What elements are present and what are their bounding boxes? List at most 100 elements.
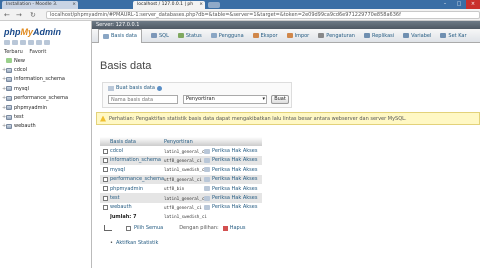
privileges-icon xyxy=(204,167,210,173)
collation-value: utf8_bin xyxy=(164,186,185,192)
database-name-link[interactable]: cdcol xyxy=(110,148,164,154)
tab-sql[interactable]: SQL xyxy=(150,33,169,39)
table-header: Basis data Penyortiran xyxy=(100,137,262,147)
databases-table: Basis data Penyortiran cdcol latin1_gener… xyxy=(100,137,262,222)
charset-icon xyxy=(440,33,447,38)
settings-icon xyxy=(318,33,325,38)
check-privileges-link[interactable]: Periksa Hak Akses xyxy=(204,157,262,163)
collation-select[interactable]: Penyortiran ▾ xyxy=(183,95,267,104)
close-icon[interactable]: × xyxy=(72,2,76,7)
server-breadcrumb[interactable]: Server: 127.0.0.1 xyxy=(92,21,480,29)
database-name-input[interactable] xyxy=(108,95,178,104)
database-name-link[interactable]: mysql xyxy=(110,167,164,173)
forward-icon[interactable]: → xyxy=(16,11,22,19)
browser-tab-moodle[interactable]: Installation - Moodle 3. × xyxy=(2,1,78,9)
tab-pengguna[interactable]: Pengguna xyxy=(210,33,244,39)
browser-tab-phpmyadmin[interactable]: localhost / 127.0.0.1 | ph × xyxy=(133,1,205,9)
tab-ekspor[interactable]: Ekspor xyxy=(252,33,278,39)
privileges-icon xyxy=(204,195,210,201)
tab-basis-data[interactable]: Basis data xyxy=(98,28,142,43)
settings-icon[interactable] xyxy=(36,40,42,45)
tree-item-database[interactable]: + information_schema xyxy=(2,75,90,84)
home-icon[interactable] xyxy=(4,40,10,45)
tab-set-kar[interactable]: Set Kar xyxy=(440,33,467,39)
database-name-link[interactable]: webauth xyxy=(110,204,164,210)
database-name-link[interactable]: performance_schema xyxy=(110,176,164,182)
table-row: mysql latin1_swedish_ci Periksa Hak Akses xyxy=(100,165,262,175)
privileges-icon xyxy=(204,204,210,210)
help-icon[interactable] xyxy=(156,85,162,91)
check-privileges-link[interactable]: Periksa Hak Akses xyxy=(204,176,262,182)
exit-icon[interactable] xyxy=(12,40,18,45)
tab-pengaturan[interactable]: Pengaturan xyxy=(318,33,355,39)
collation-value: latin1_general_ci xyxy=(164,148,207,154)
database-icon xyxy=(6,95,12,101)
tab-status[interactable]: Status xyxy=(177,33,202,39)
collation-value: utf8_general_ci xyxy=(164,157,202,163)
tab-variabel[interactable]: Variabel xyxy=(403,33,431,39)
tab-favorites[interactable]: Favorit xyxy=(29,49,46,55)
maximize-icon[interactable]: □ xyxy=(452,0,466,9)
database-name-link[interactable]: phpmyadmin xyxy=(110,186,164,192)
database-add-icon xyxy=(108,85,114,91)
replication-icon xyxy=(363,33,370,38)
header-database[interactable]: Basis data xyxy=(110,139,164,145)
create-button[interactable]: Buat xyxy=(271,95,289,104)
with-selected-label: Dengan pilihan: xyxy=(179,225,219,231)
sql-query-icon[interactable] xyxy=(20,40,26,45)
header-collation[interactable]: Penyortiran xyxy=(164,139,204,145)
tree-item-database[interactable]: + webauth xyxy=(2,122,90,131)
row-checkbox[interactable] xyxy=(102,186,108,192)
drop-button[interactable]: Hapus xyxy=(230,225,246,231)
users-icon xyxy=(210,33,217,38)
back-icon[interactable]: ← xyxy=(4,11,10,19)
collation-value: latin1_swedish_ci xyxy=(164,167,207,173)
minimize-icon[interactable]: – xyxy=(438,0,452,9)
database-name-link[interactable]: information_schema xyxy=(110,157,164,163)
reload-nav-icon[interactable] xyxy=(44,40,50,45)
reload-icon[interactable]: ↻ xyxy=(30,11,36,19)
tab-impor[interactable]: Impor xyxy=(286,33,309,39)
tree-item-database[interactable]: + mysql xyxy=(2,84,90,93)
url-input[interactable]: localhost/phpmyadmin/#PMAURL-1:server_da… xyxy=(46,11,480,19)
row-checkbox[interactable] xyxy=(102,204,108,210)
check-privileges-link[interactable]: Periksa Hak Akses xyxy=(204,167,262,173)
check-privileges-link[interactable]: Periksa Hak Akses xyxy=(204,195,262,201)
statistics-notice: Perhatian: Pengaktifan statistik basis d… xyxy=(96,112,480,125)
tree-item-database[interactable]: + cdcol xyxy=(2,65,90,74)
tree-item-database[interactable]: + test xyxy=(2,112,90,121)
database-icon xyxy=(6,123,12,129)
select-all-checkbox[interactable] xyxy=(126,225,131,231)
row-checkbox[interactable] xyxy=(102,157,108,163)
row-checkbox[interactable] xyxy=(102,195,108,201)
close-window-icon[interactable]: × xyxy=(466,0,480,9)
tree-item-new[interactable]: New xyxy=(2,56,90,65)
privileges-icon xyxy=(204,186,210,192)
tab-replikasi[interactable]: Replikasi xyxy=(363,33,394,39)
drop-icon[interactable] xyxy=(222,225,228,231)
window-controls: – □ × xyxy=(438,0,480,9)
export-icon xyxy=(252,33,259,38)
enable-statistics-link[interactable]: • Aktifkan Statistik xyxy=(110,240,158,246)
collation-value: utf8_general_ci xyxy=(164,176,202,182)
check-privileges-link[interactable]: Periksa Hak Akses xyxy=(204,148,262,154)
table-row: information_schema utf8_general_ci Periksa… xyxy=(100,155,262,166)
new-tab-button[interactable] xyxy=(208,2,220,8)
tab-recent[interactable]: Terbaru xyxy=(4,49,23,55)
select-all-label[interactable]: Pilih Semua xyxy=(134,225,163,231)
tree-item-database[interactable]: + phpmyadmin xyxy=(2,103,90,112)
row-checkbox[interactable] xyxy=(102,167,108,173)
close-icon[interactable]: × xyxy=(199,2,203,7)
tree-item-database[interactable]: + performance_schema xyxy=(2,94,90,103)
row-checkbox[interactable] xyxy=(102,176,108,182)
privileges-icon xyxy=(204,157,210,163)
phpmyadmin-logo[interactable]: phpMyAdmin xyxy=(4,27,61,37)
docs-icon[interactable] xyxy=(28,40,34,45)
row-checkbox[interactable] xyxy=(102,148,108,154)
check-privileges-link[interactable]: Periksa Hak Akses xyxy=(204,204,262,210)
variables-icon xyxy=(403,33,410,38)
database-name-link[interactable]: test xyxy=(110,195,164,201)
database-tree: New + cdcol + information_schema + mysql… xyxy=(2,56,90,131)
bulk-actions: Pilih Semua Dengan pilihan: Hapus xyxy=(104,225,246,231)
check-privileges-link[interactable]: Periksa Hak Akses xyxy=(204,186,262,192)
